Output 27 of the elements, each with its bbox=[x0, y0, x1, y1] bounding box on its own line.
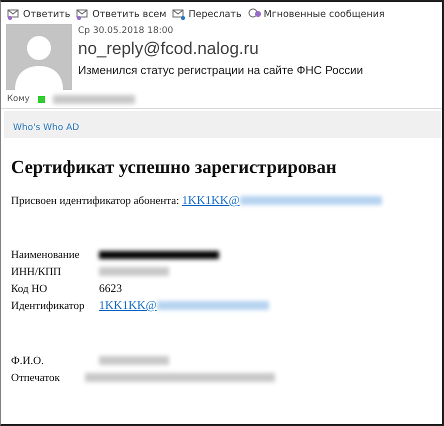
toolbar-button[interactable]: Ответить всем bbox=[76, 8, 166, 20]
chat-icon bbox=[248, 8, 262, 20]
avatar-icon bbox=[6, 24, 72, 90]
identifier-link[interactable]: 1KK1KK@ bbox=[99, 298, 157, 313]
field-value: 6623 bbox=[99, 282, 123, 294]
envelope-icon bbox=[76, 8, 90, 20]
field-label: Код НО bbox=[11, 282, 48, 294]
field-label: ИНН/КПП bbox=[11, 266, 62, 278]
message-subject: Изменился статус регистрации на сайте ФНС России bbox=[78, 65, 364, 77]
redacted-text bbox=[99, 267, 169, 276]
recipient-label: Кому bbox=[7, 94, 30, 104]
field-label: Наименование bbox=[11, 248, 81, 260]
assigned-label: Присвоен идентификатор абонента: bbox=[11, 194, 180, 206]
field-label: Ф.И.О. bbox=[11, 354, 45, 366]
envelope-icon bbox=[7, 8, 21, 20]
toolbar-button[interactable]: Переслать bbox=[172, 8, 242, 20]
message-date: Ср 30.05.2018 18:00 bbox=[78, 26, 174, 36]
sender-address: no_reply@fcod.nalog.ru bbox=[78, 39, 260, 59]
envelope-icon bbox=[172, 8, 186, 20]
toolbar-button[interactable]: Мгновенные сообщения bbox=[248, 8, 385, 20]
field-label: Идентификатор bbox=[11, 300, 86, 312]
redacted-text bbox=[99, 356, 169, 365]
body-heading: Сертификат успешно зарегистрирован bbox=[11, 158, 338, 179]
field-label: Отпечаток bbox=[11, 372, 61, 384]
identifier-link[interactable]: 1KK1KK@ bbox=[182, 193, 240, 208]
toolbar-button[interactable]: Ответить bbox=[7, 8, 70, 20]
addin-link[interactable]: Who's Who AD bbox=[13, 123, 80, 133]
